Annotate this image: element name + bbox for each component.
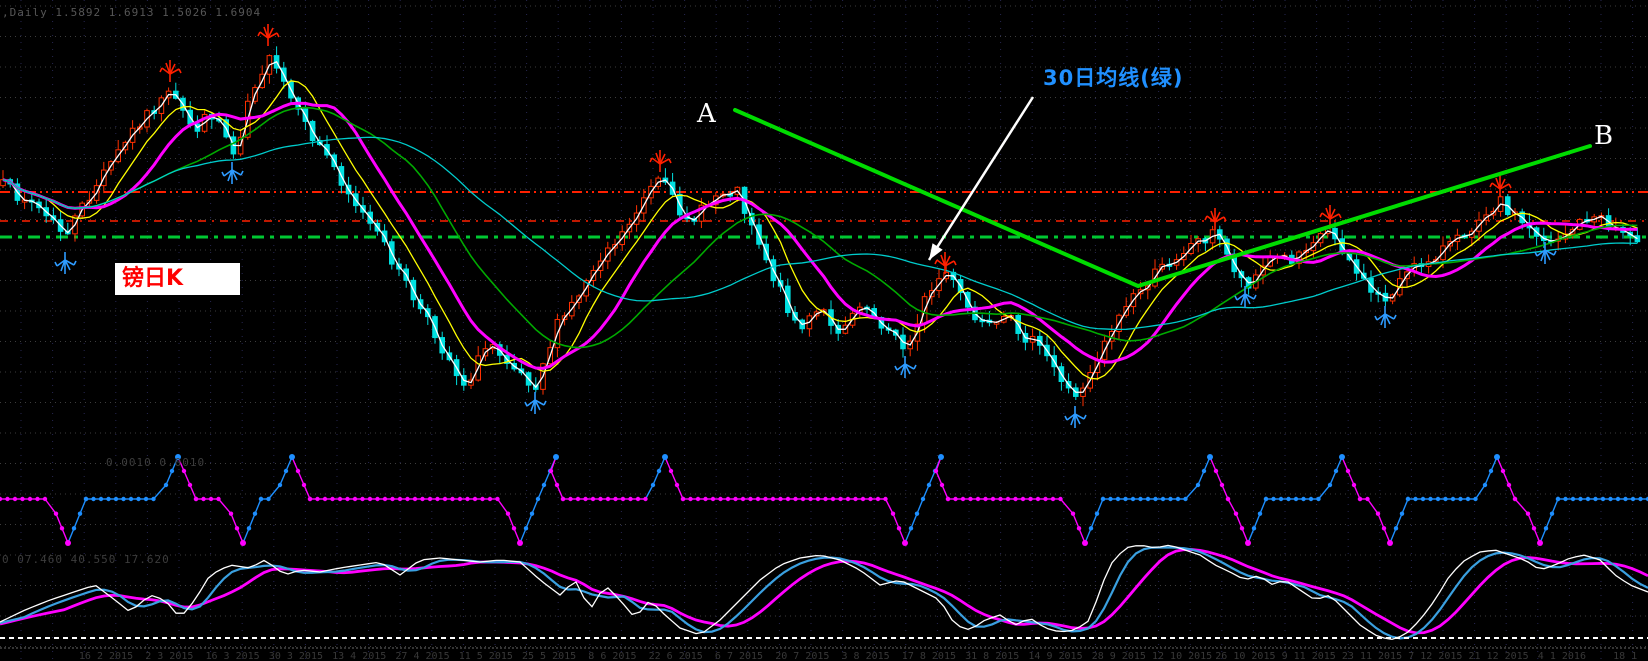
oscillator-white	[0, 544, 1648, 641]
chart-canvas[interactable]	[0, 0, 1648, 661]
buy-signal-icon	[1374, 306, 1397, 328]
date-label: 23 11 2015	[1341, 651, 1403, 661]
buy-signal-icon	[1234, 286, 1257, 308]
buy-signal-icon	[1064, 406, 1087, 428]
buy-signal-icon	[894, 356, 917, 378]
MA10-yellow	[2, 80, 1638, 380]
instrument-label-box[interactable]: 镑日K	[115, 263, 240, 295]
A-line	[733, 108, 1140, 288]
date-label: 27 4 2015	[395, 651, 450, 661]
indicator-panel-2	[0, 454, 1648, 546]
date-label: 30 3 2015	[268, 651, 323, 661]
buy-signal-icon	[54, 252, 77, 274]
buy-signal-icon	[221, 162, 244, 184]
sell-signal-icon	[159, 60, 182, 82]
date-label: 11 5 2015	[458, 651, 513, 661]
point-b-label[interactable]: B	[1594, 121, 1613, 151]
date-label: 9 11 2015	[1281, 651, 1336, 661]
horizontal-level-lines	[0, 191, 1648, 239]
sell-signal-icon	[257, 24, 280, 46]
date-label: 16 3 2015	[205, 651, 260, 661]
date-label: 17 8 2015	[901, 651, 956, 661]
date-label: 16 2 2015	[78, 651, 134, 661]
grid	[0, 0, 1648, 661]
date-label: 22 6 2015	[648, 651, 703, 661]
indicator3-values: 0 07.460 40.550 17.620	[2, 553, 170, 566]
date-label: 14 9 2015	[1028, 651, 1083, 661]
trading-chart-window: ,Daily 1.5892 1.6913 1.5026 1.6904 镑日K 3…	[0, 0, 1648, 661]
date-label: 7 12 2015	[1408, 651, 1463, 661]
candlesticks	[0, 46, 1641, 407]
date-label: 3 8 2015	[841, 651, 890, 661]
sell-signal-icon	[1489, 175, 1512, 197]
ma-annotation-label[interactable]: 30日均线(绿)	[1043, 62, 1183, 92]
oscillator-blue	[0, 546, 1648, 640]
indicator2-values: 0.0010 0.0010	[106, 456, 206, 469]
date-label: 12 10 2015	[1151, 651, 1213, 661]
date-label: 6 7 2015	[714, 651, 764, 661]
date-label: 4 1 2016	[1537, 651, 1586, 661]
quote-title: ,Daily 1.5892 1.6913 1.5026 1.6904	[2, 6, 262, 19]
date-label: 13 4 2015	[332, 651, 387, 661]
date-label: 31 8 2015	[965, 651, 1020, 661]
sell-signal-icon	[934, 252, 957, 274]
date-label: 8 6 2015	[588, 651, 637, 661]
date-label: 21 12 2015	[1468, 651, 1529, 661]
date-label: 28 9 2015	[1091, 651, 1146, 661]
date-label: 20 7 2015	[775, 651, 830, 661]
sell-signal-icon	[1204, 208, 1227, 230]
indicator-panel-3	[0, 544, 1648, 649]
date-label: 2 3 2015	[145, 651, 194, 661]
point-a-label[interactable]: A	[697, 99, 716, 129]
oscillator-magenta	[0, 548, 1648, 635]
date-label: 25 5 2015	[522, 651, 577, 661]
buy-signal-icon	[524, 392, 547, 414]
date-label: 18 1 2016	[1613, 651, 1638, 661]
date-label: 26 10 2015	[1215, 651, 1276, 661]
